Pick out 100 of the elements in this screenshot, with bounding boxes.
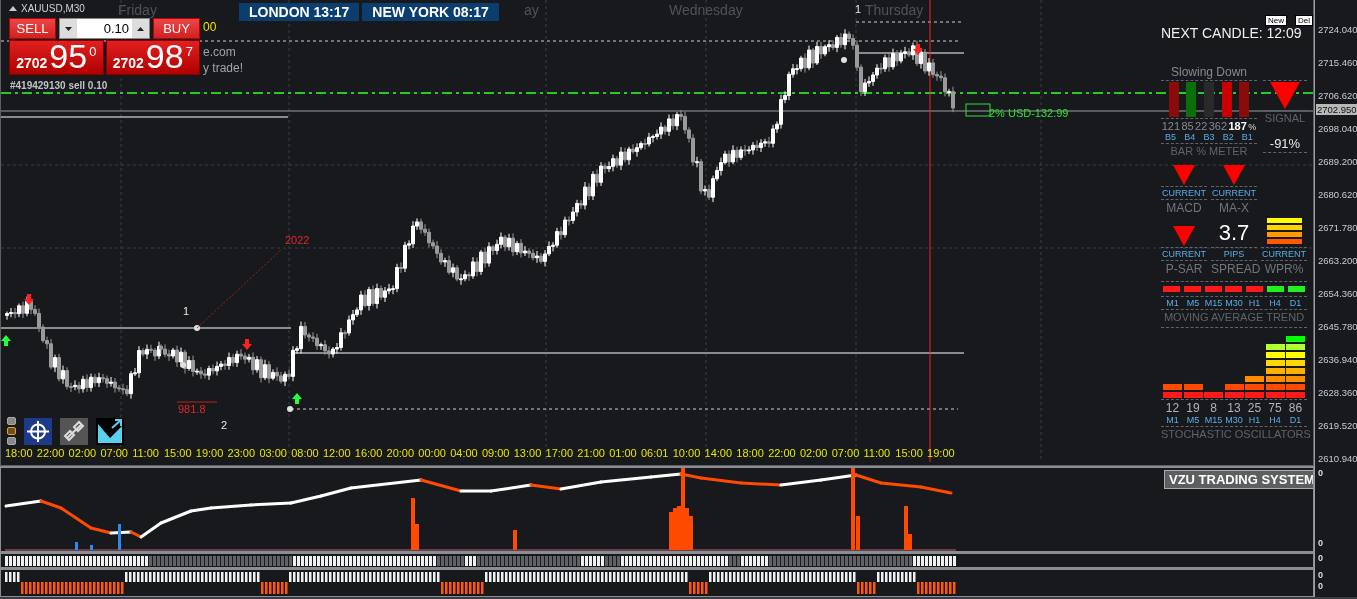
stochastic-meter (1163, 384, 1182, 398)
meter-status: Slowing Down (1169, 65, 1248, 79)
indicator-sub-label: CURRENT (1161, 188, 1207, 198)
time-label: 00:00 (418, 447, 447, 459)
next-candle-timer: NEXT CANDLE: 12:09 (1161, 25, 1303, 41)
indicator-sub-label: CURRENT (1261, 249, 1307, 259)
day-label: Wednesday (669, 2, 743, 18)
time-label: 15:00 (164, 447, 193, 459)
signal-caption: SIGNAL (1263, 112, 1307, 124)
price-label: 2689.200 (1318, 156, 1357, 167)
sell-button[interactable]: SELL (9, 18, 56, 39)
time-label: 18:00 (736, 447, 765, 459)
point-marker-icon (841, 57, 847, 63)
day-label: Friday (118, 2, 157, 18)
price-label: 2706.620 (1318, 90, 1357, 101)
price-label: 2619.520 (1318, 420, 1357, 431)
time-label: 06:01 (640, 447, 670, 459)
scale-label: 0 (1318, 538, 1323, 548)
indicator-sub-label: CURRENT (1211, 188, 1257, 198)
time-label: 12:00 (322, 447, 352, 459)
indicator-name: MA-X (1218, 201, 1250, 215)
point-marker-icon (180, 362, 186, 368)
meter-value: 121 (1161, 120, 1181, 132)
color-swatch[interactable] (7, 427, 16, 435)
buy-button[interactable]: BUY (153, 18, 200, 39)
time-label: 23:00 (227, 447, 257, 459)
time-label: 03:00 (259, 447, 288, 459)
spread-value: 3.7 (1217, 220, 1251, 246)
price-label: 2698.040 (1318, 123, 1357, 134)
timeframe-label: H1 (1247, 298, 1262, 308)
price-label: 2628.360 (1318, 387, 1357, 398)
link-icon[interactable] (60, 418, 88, 445)
meter-caption: BAR % METER (1169, 145, 1249, 157)
small-button[interactable]: Del (1295, 15, 1313, 26)
time-label: 09:00 (481, 447, 511, 459)
scale-label: 0 (1318, 553, 1323, 563)
meter-label: B4 (1184, 132, 1196, 142)
unit-label: % (1248, 122, 1257, 132)
price-label: 2671.780 (1318, 222, 1357, 233)
meter-label: B2 (1222, 132, 1234, 142)
time-label: 14:00 (704, 447, 734, 459)
time-label: 19:00 (195, 447, 225, 459)
level-bar (1266, 218, 1302, 223)
stochastic-meter (1286, 336, 1305, 398)
time-label: 04:00 (450, 447, 479, 459)
stochastic-value: 12 (1164, 401, 1181, 415)
level-bar (1266, 232, 1302, 237)
price-label: 2715.460 (1318, 57, 1357, 68)
meter-value: 187 (1228, 120, 1247, 132)
price-label: 2610.940 (1318, 453, 1357, 464)
stochastic-value: 19 (1185, 401, 1201, 415)
timeframe-label: M1 (1165, 415, 1180, 425)
price-label: 2724.040 (1318, 24, 1357, 35)
chart-label: 981.8 (178, 403, 206, 415)
price-prefix: 2702 (16, 54, 48, 72)
collapse-icon[interactable] (9, 6, 17, 11)
indicator-name: P-SAR (1164, 262, 1204, 276)
level-bar (1266, 239, 1302, 244)
point-marker-icon (194, 325, 200, 331)
time-label: 18:00 (5, 447, 34, 459)
chart-symbol: XAUUSD,M30 (21, 3, 85, 14)
point-marker-icon (287, 406, 293, 412)
signal-percent: -91% (1268, 136, 1302, 151)
time-label: 11:00 (132, 447, 160, 459)
chart-label: 2 (221, 419, 228, 431)
clock-label: NEW YORK 08:17 (362, 3, 499, 21)
chart-label: 1 (183, 305, 190, 317)
chart-label: 2022 (285, 234, 310, 246)
chart-text: y trade! (203, 61, 244, 75)
crosshair-icon[interactable] (24, 418, 52, 445)
indicator-sub-label: PIPS (1222, 249, 1246, 259)
up-arrow-icon (292, 393, 302, 404)
meter-value: 362 (1208, 120, 1228, 132)
price-pips: 98 (145, 40, 184, 72)
time-label: 13:00 (513, 447, 543, 459)
price-label: 2654.360 (1318, 288, 1357, 299)
fibo-line (176, 401, 218, 403)
color-swatch[interactable] (7, 437, 16, 445)
time-label: 17:00 (545, 447, 575, 459)
day-label: Thursday (865, 2, 924, 18)
timeframe-label: H1 (1247, 415, 1262, 425)
price-label: 2663.200 (1318, 255, 1357, 266)
timeframe-label: D1 (1288, 415, 1303, 425)
current-price-label: 2702.950 (1316, 104, 1357, 115)
small-button[interactable]: New (1265, 15, 1287, 26)
time-label: 19:00 (927, 447, 956, 459)
meter-label: B5 (1165, 132, 1177, 142)
price-label: 2636.940 (1318, 354, 1357, 365)
chart-label: 1 (855, 3, 862, 15)
scale-label: 0 (1318, 581, 1323, 591)
chart-label: 2% USD-132.99 (989, 107, 1069, 119)
time-label: 01:00 (609, 447, 638, 459)
time-label: 20:00 (386, 447, 416, 459)
meter-value: 22 (1195, 120, 1208, 132)
order-label: #419429130 sell 0.10 (10, 80, 108, 91)
time-label: 22:00 (36, 447, 66, 459)
down-arrow-icon (242, 339, 252, 350)
indicator-name: WPR% (1263, 262, 1305, 276)
color-swatch[interactable] (7, 417, 16, 425)
time-label: 02:00 (799, 447, 829, 459)
